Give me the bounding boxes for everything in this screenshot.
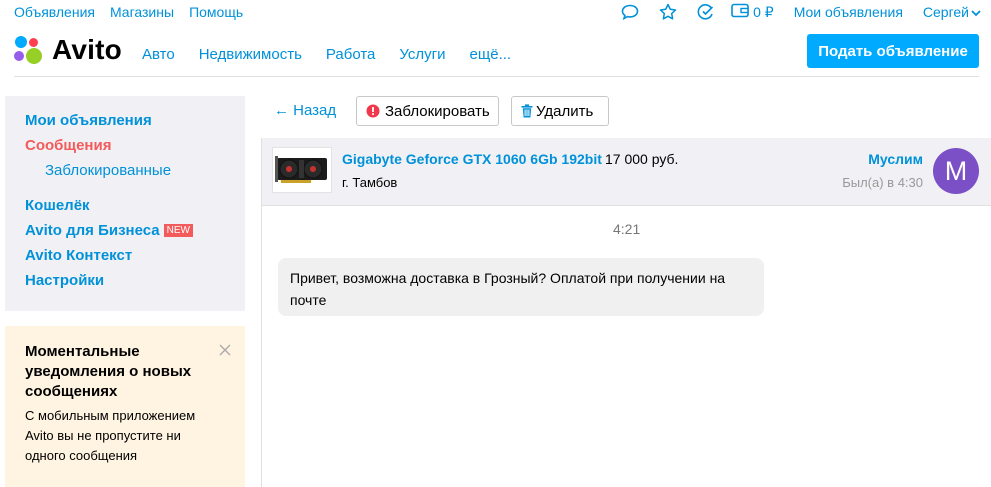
header-divider — [14, 76, 979, 77]
listing-thumbnail[interactable] — [272, 147, 332, 193]
block-label: Заблокировать — [385, 102, 490, 120]
warning-icon — [366, 104, 380, 118]
block-button[interactable]: Заблокировать — [356, 96, 499, 126]
nav-jobs[interactable]: Работа — [326, 46, 376, 63]
chat-icon[interactable] — [619, 2, 641, 22]
logo-dots — [14, 34, 46, 66]
notification-title: Моментальные уведомления о новых сообщен… — [25, 343, 192, 400]
sidebar-item-messages[interactable]: Сообщения — [25, 137, 111, 154]
link-shops[interactable]: Магазины — [110, 4, 174, 20]
link-help[interactable]: Помощь — [189, 4, 243, 20]
notification-body: С мобильным приложением Avito вы не проп… — [25, 408, 196, 463]
link-ads[interactable]: Объявления — [14, 4, 95, 20]
logo-text: Avito — [52, 34, 122, 65]
main-nav: Авто Недвижимость Работа Услуги ещё... — [142, 46, 535, 63]
sidebar-item-wallet[interactable]: Кошелёк — [25, 197, 90, 214]
chevron-down-icon — [971, 4, 981, 20]
nav-services[interactable]: Услуги — [399, 46, 445, 63]
message-bubble: Привет, возможна доставка в Грозный? Опл… — [278, 258, 764, 316]
sidebar-item-settings[interactable]: Настройки — [25, 272, 104, 289]
star-icon[interactable] — [657, 2, 679, 22]
seller-last-seen: Был(а) в 4:30 — [842, 175, 923, 190]
listing-title[interactable]: Gigabyte Geforce GTX 1060 6Gb 192bit — [342, 151, 602, 167]
sidebar-item-context[interactable]: Avito Контекст — [25, 247, 132, 264]
nav-more[interactable]: ещё... — [470, 46, 512, 63]
listing-price: 17 000 руб. — [605, 151, 679, 167]
delete-button[interactable]: Удалить — [511, 96, 609, 126]
wallet[interactable]: 0 ₽ — [731, 3, 774, 21]
sidebar-item-my-ads[interactable]: Мои объявления — [25, 112, 152, 129]
close-icon[interactable] — [218, 343, 232, 357]
delete-label: Удалить — [536, 102, 594, 120]
wallet-icon — [731, 3, 749, 21]
new-badge: NEW — [163, 224, 193, 237]
message-time: 4:21 — [613, 221, 641, 237]
nav-realty[interactable]: Недвижимость — [199, 46, 302, 63]
sidebar-item-blocked[interactable]: Заблокированные — [45, 162, 171, 179]
sidebar-item-business[interactable]: Avito для Бизнеса NEW — [25, 222, 193, 239]
top-bar: Объявления Магазины Помощь 0 ₽ Мои объяв… — [0, 0, 991, 24]
avito-logo[interactable]: Avito — [14, 34, 122, 66]
back-link[interactable]: ← Назад — [274, 102, 336, 119]
header: Avito Авто Недвижимость Работа Услуги ещ… — [0, 24, 991, 78]
seller-name[interactable]: Муслим — [868, 151, 923, 167]
nav-auto[interactable]: Авто — [142, 46, 175, 63]
top-right: 0 ₽ Мои объявления Сергей — [603, 2, 981, 22]
search-check-icon[interactable] — [695, 2, 717, 22]
user-menu[interactable]: Сергей — [923, 4, 981, 20]
sidebar-item-business-label: Avito для Бизнеса — [25, 222, 160, 239]
post-ad-button[interactable]: Подать объявление — [807, 34, 979, 68]
trash-icon — [521, 104, 533, 118]
wallet-amount: 0 ₽ — [753, 3, 774, 20]
sidebar: Мои объявления Сообщения Заблокированные… — [5, 96, 245, 311]
listing-header: Gigabyte Geforce GTX 1060 6Gb 192bit 17 … — [262, 138, 991, 206]
my-ads-link[interactable]: Мои объявления — [794, 4, 903, 20]
top-links: Объявления Магазины Помощь — [14, 4, 258, 20]
notification-promo: Моментальные уведомления о новых сообщен… — [5, 326, 245, 487]
user-name: Сергей — [922, 4, 969, 20]
avatar[interactable]: M — [933, 148, 979, 194]
listing-city: г. Тамбов — [342, 175, 398, 190]
